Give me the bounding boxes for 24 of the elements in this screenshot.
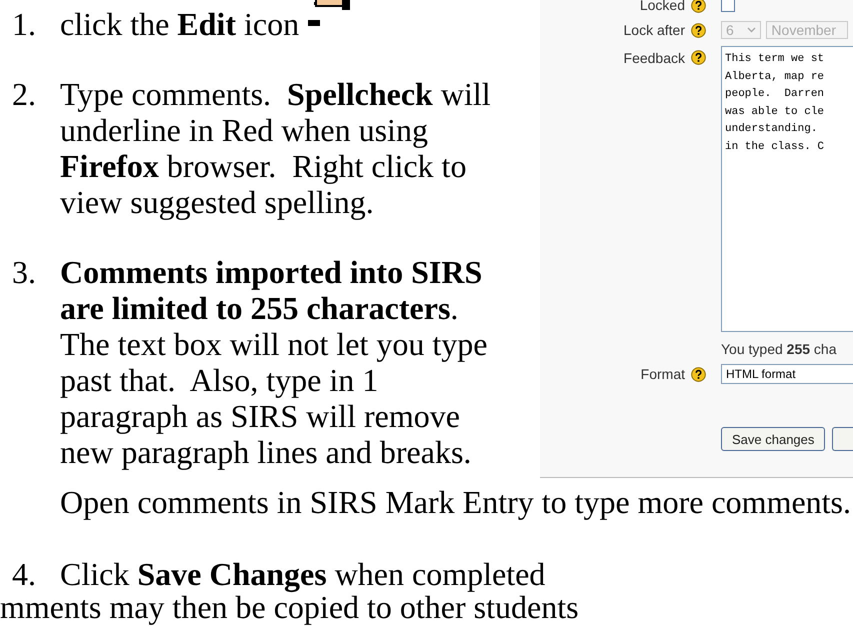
caret-icon: [747, 27, 756, 33]
step-text: Type comments. Spellcheck will underline in Red when using Firefox browser. Right click to view suggested spelling.: [60, 76, 492, 220]
field-label: Lock after: [622, 22, 685, 38]
checkbox[interactable]: [721, 0, 735, 12]
feedback-textarea[interactable]: This term we st Alberta, map re people. Darren was able to cle understanding. in the class. C: [721, 46, 853, 332]
help-icon[interactable]: [691, 0, 706, 12]
field-label: Format: [640, 366, 685, 382]
step-text: click the Edit icon: [60, 6, 300, 42]
step-number: 1.: [11, 6, 37, 42]
save-button[interactable]: Save changes: [721, 427, 826, 451]
step-number: 3.: [11, 254, 37, 292]
partial-button[interactable]: [832, 427, 853, 451]
step-number: 2.: [11, 76, 37, 114]
help-icon[interactable]: [691, 366, 706, 382]
character-counter: You typed 255 cha: [721, 341, 836, 357]
field-label: Feedback: [622, 50, 685, 66]
format-select[interactable]: HTML format: [721, 364, 853, 384]
help-icon[interactable]: [691, 22, 706, 38]
field-label: Locked: [638, 0, 685, 13]
step-note: Open comments in SIRS Mark Entry to type more comments.: [59, 484, 852, 520]
step-text: Click Save Changes when completed: [60, 556, 546, 592]
help-icon[interactable]: [691, 50, 706, 65]
step-text: Comments imported into SIRS are limited to 255 characters. The text box will not let you type past that. Also, type in 1 paragraph as SIRS will remove new paragraph lines and breaks.: [60, 254, 488, 470]
step-number: 4.: [11, 556, 37, 592]
